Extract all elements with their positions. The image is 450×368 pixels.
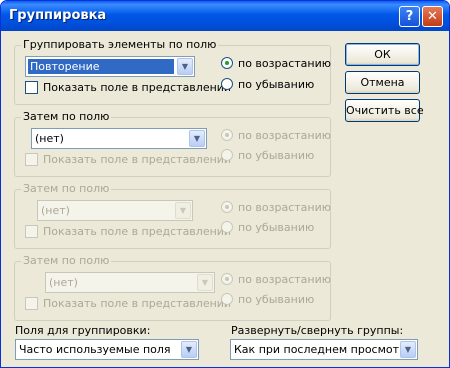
chevron-down-icon[interactable]: ▼	[177, 58, 193, 75]
group-4-legend: Затем по полю	[21, 254, 112, 267]
group-2-desc-radio[interactable]	[221, 149, 233, 161]
group-2-show-checkbox[interactable]	[25, 153, 38, 166]
group-3-desc-label: по убыванию	[238, 221, 315, 234]
group-2-asc-label: по возрастанию	[238, 129, 332, 142]
group-4-show-checkbox[interactable]	[25, 297, 38, 310]
dialog-title: Группировка	[9, 8, 107, 23]
cancel-button[interactable]: Отмена	[345, 71, 420, 94]
clear-all-button[interactable]: Очистить все	[345, 99, 424, 122]
group-3-legend: Затем по полю	[21, 182, 112, 195]
group-1-asc-radio[interactable]	[221, 57, 233, 69]
expand-collapse-select[interactable]: Как при последнем просмотре ▼	[230, 339, 418, 360]
group-1-show-checkbox[interactable]	[25, 81, 38, 94]
group-4-asc-radio[interactable]	[221, 273, 233, 285]
group-3-desc-radio[interactable]	[221, 221, 233, 233]
group-2-legend: Затем по полю	[21, 110, 112, 123]
group-4-desc-label: по убыванию	[238, 293, 315, 306]
ok-button[interactable]: ОК	[345, 43, 420, 66]
chevron-down-icon[interactable]: ▼	[181, 341, 197, 358]
expand-collapse-label: Развернуть/свернуть группы:	[231, 324, 404, 337]
group-1-field-value: Повторение	[30, 60, 100, 73]
group-3-show-checkbox[interactable]	[25, 225, 38, 238]
chevron-down-icon[interactable]: ▼	[175, 202, 191, 219]
group-2-desc-label: по убыванию	[238, 149, 315, 162]
help-button[interactable]: ?	[399, 6, 420, 27]
group-3-asc-label: по возрастанию	[238, 201, 332, 214]
group-3-asc-radio[interactable]	[221, 201, 233, 213]
group-3-field-value: (нет)	[41, 204, 70, 217]
title-bar[interactable]: Группировка ? ✕	[1, 1, 449, 31]
group-4-field-value: (нет)	[49, 276, 78, 289]
fields-for-grouping-label: Поля для группировки:	[15, 324, 151, 337]
chevron-down-icon[interactable]: ▼	[189, 130, 205, 147]
group-2-field-value: (нет)	[35, 132, 64, 145]
chevron-down-icon[interactable]: ▼	[400, 341, 416, 358]
group-1-desc-label: по убыванию	[238, 78, 315, 91]
group-4-show-label: Показать поле в представлении	[43, 297, 232, 310]
group-4-field-select[interactable]: (нет) ▼	[45, 272, 215, 293]
group-1-asc-label: по возрастанию	[238, 57, 332, 70]
close-button[interactable]: ✕	[422, 6, 443, 27]
fields-for-grouping-value: Часто используемые поля	[19, 343, 171, 356]
fields-for-grouping-select[interactable]: Часто используемые поля ▼	[15, 339, 199, 360]
group-1-desc-radio[interactable]	[221, 78, 233, 90]
group-2-asc-radio[interactable]	[221, 129, 233, 141]
group-3-field-select[interactable]: (нет) ▼	[37, 200, 193, 221]
group-4-asc-label: по возрастанию	[238, 273, 332, 286]
group-1-field-select[interactable]: Повторение ▼	[25, 56, 195, 77]
chevron-down-icon[interactable]: ▼	[197, 274, 213, 291]
group-2-field-select[interactable]: (нет) ▼	[31, 128, 207, 149]
group-2-show-label: Показать поле в представлении	[43, 153, 232, 166]
group-1-legend: Группировать элементы по полю	[21, 38, 219, 51]
group-4-desc-radio[interactable]	[221, 293, 233, 305]
group-3-show-label: Показать поле в представлении	[43, 225, 232, 238]
expand-collapse-value: Как при последнем просмотре	[234, 343, 413, 356]
group-by-dialog: Группировка ? ✕ Группировать элементы по…	[0, 0, 450, 368]
group-1-show-label: Показать поле в представлении	[43, 81, 232, 94]
